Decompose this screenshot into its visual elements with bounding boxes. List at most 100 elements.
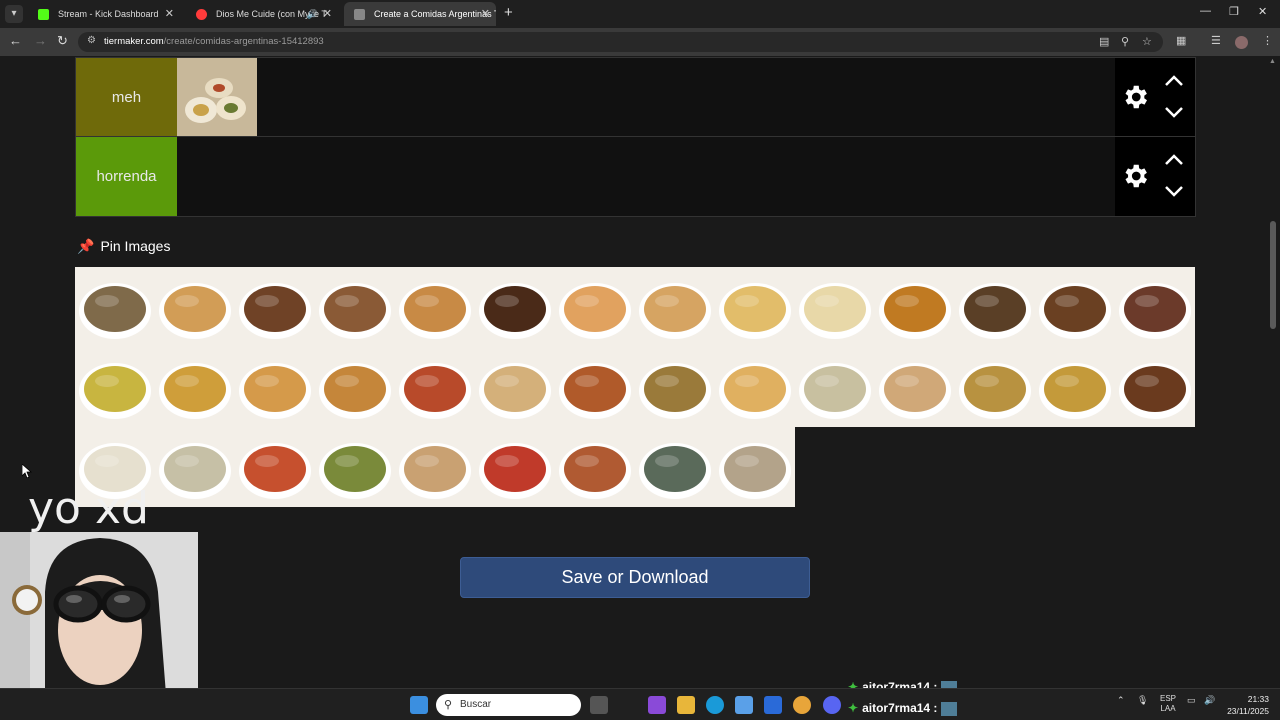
food-tile[interactable] — [555, 427, 635, 507]
food-tile[interactable] — [1035, 347, 1115, 427]
move-down-icon[interactable] — [1163, 184, 1185, 198]
food-tile[interactable] — [875, 347, 955, 427]
move-down-icon[interactable] — [1163, 105, 1185, 119]
food-tile[interactable] — [475, 427, 555, 507]
url-text[interactable]: tiermaker.com/create/comidas-argentinas-… — [104, 36, 324, 47]
move-up-icon[interactable] — [1163, 153, 1185, 167]
microphone-icon[interactable]: 🎙 — [1137, 695, 1148, 706]
page-scrollbar[interactable]: ▲ — [1266, 56, 1280, 688]
food-tile[interactable] — [395, 267, 475, 347]
back-icon[interactable]: ← — [9, 33, 22, 48]
food-tile[interactable] — [795, 267, 875, 347]
tray-chevron-icon[interactable]: ⌃ — [1117, 695, 1125, 706]
scroll-up-icon[interactable]: ▲ — [1269, 58, 1276, 65]
food-image — [635, 347, 715, 427]
settings-gear-icon[interactable] — [1120, 161, 1150, 191]
tab-music-video[interactable]: Dios Me Cuide (con Myke T 🔊 ✕ — [186, 2, 338, 26]
food-image — [1035, 267, 1115, 347]
minimize-icon[interactable]: — — [1200, 5, 1211, 17]
food-tile[interactable] — [635, 267, 715, 347]
settings-gear-icon[interactable] — [1120, 82, 1150, 112]
scrollbar-thumb[interactable] — [1270, 221, 1276, 329]
food-tile[interactable] — [75, 347, 155, 427]
food-tile[interactable] — [715, 347, 795, 427]
save-download-button[interactable]: Save or Download — [460, 557, 810, 598]
food-tile[interactable] — [715, 267, 795, 347]
tab-search-button[interactable]: ▾ — [5, 5, 23, 23]
food-tile[interactable] — [555, 347, 635, 427]
food-tile[interactable] — [395, 427, 475, 507]
profile-avatar[interactable] — [1235, 36, 1248, 49]
food-tile[interactable] — [955, 347, 1035, 427]
food-tile[interactable] — [235, 267, 315, 347]
close-window-icon[interactable]: ✕ — [1258, 5, 1267, 18]
chrome-icon[interactable] — [793, 696, 811, 714]
food-tile[interactable] — [235, 347, 315, 427]
taskbar-search[interactable]: ⚲ Buscar — [436, 694, 581, 716]
tier-row-meh[interactable]: meh — [75, 57, 1196, 138]
network-icon[interactable]: ▭ — [1187, 695, 1196, 706]
language-indicator[interactable]: ESP LAA — [1160, 694, 1176, 714]
zoom-icon[interactable]: ⚲ — [1121, 35, 1129, 48]
edge-icon[interactable] — [706, 696, 724, 714]
task-view-icon[interactable] — [590, 696, 608, 714]
translate-icon[interactable]: ▤ — [1099, 35, 1109, 48]
forward-icon[interactable]: → — [34, 33, 47, 48]
food-tile[interactable] — [235, 427, 315, 507]
food-tile[interactable] — [1115, 347, 1195, 427]
move-up-icon[interactable] — [1163, 74, 1185, 88]
food-image — [395, 347, 475, 427]
food-tile[interactable] — [75, 267, 155, 347]
food-image — [555, 347, 635, 427]
taskbar-clock[interactable]: 21:33 23/11/2025 — [1223, 693, 1269, 717]
restore-icon[interactable]: ❐ — [1229, 5, 1239, 18]
food-tile[interactable] — [315, 267, 395, 347]
food-tile[interactable] — [395, 347, 475, 427]
close-icon[interactable]: ✕ — [323, 2, 332, 26]
bookmark-star-icon[interactable]: ☆ — [1142, 35, 1152, 48]
discord-icon[interactable] — [823, 696, 841, 714]
food-tile[interactable] — [475, 267, 555, 347]
food-tile[interactable] — [875, 267, 955, 347]
file-explorer-icon[interactable] — [677, 696, 695, 714]
food-tile[interactable] — [177, 58, 257, 138]
food-tile[interactable] — [315, 347, 395, 427]
food-image — [955, 347, 1035, 427]
food-tile[interactable] — [795, 347, 875, 427]
tier-label[interactable]: meh — [76, 58, 177, 137]
food-tile[interactable] — [155, 347, 235, 427]
mail-icon[interactable] — [764, 696, 782, 714]
food-tile[interactable] — [155, 267, 235, 347]
food-tile[interactable] — [155, 427, 235, 507]
food-tile[interactable] — [555, 267, 635, 347]
reload-icon[interactable]: ↻ — [57, 33, 68, 49]
extensions-icon[interactable]: ▦ — [1176, 34, 1186, 47]
food-tile[interactable] — [1035, 267, 1115, 347]
food-tile[interactable] — [635, 427, 715, 507]
tier-row-horrenda[interactable]: horrenda — [75, 136, 1196, 217]
media-control-icon[interactable]: ☰ — [1211, 34, 1221, 47]
site-info-icon[interactable]: ⚙ — [87, 35, 96, 46]
food-tile[interactable] — [955, 267, 1035, 347]
food-tile[interactable] — [1115, 267, 1195, 347]
new-tab-button[interactable]: + — [504, 4, 513, 21]
menu-icon[interactable]: ⋮ — [1262, 34, 1273, 47]
tab-tiermaker[interactable]: Create a Comidas Argentinas Ti ✕ — [344, 2, 496, 26]
food-tile[interactable] — [635, 347, 715, 427]
volume-icon[interactable]: 🔊 — [1204, 695, 1215, 706]
audio-icon[interactable]: 🔊 — [307, 2, 318, 26]
close-icon[interactable]: ✕ — [481, 2, 490, 26]
tab-kick-dashboard[interactable]: Stream - Kick Dashboard ✕ — [28, 2, 180, 26]
food-tile[interactable] — [715, 427, 795, 507]
food-tile[interactable] — [475, 347, 555, 427]
food-tile[interactable] — [315, 427, 395, 507]
windows-start-icon[interactable] — [410, 696, 428, 714]
address-bar[interactable]: ⚙ tiermaker.com/create/comidas-argentina… — [78, 32, 1163, 52]
app-icon[interactable] — [648, 696, 666, 714]
tier-label[interactable]: horrenda — [76, 137, 177, 216]
food-image — [635, 427, 715, 507]
store-icon[interactable] — [735, 696, 753, 714]
close-icon[interactable]: ✕ — [165, 2, 174, 26]
food-image — [155, 267, 235, 347]
food-image — [177, 58, 257, 138]
